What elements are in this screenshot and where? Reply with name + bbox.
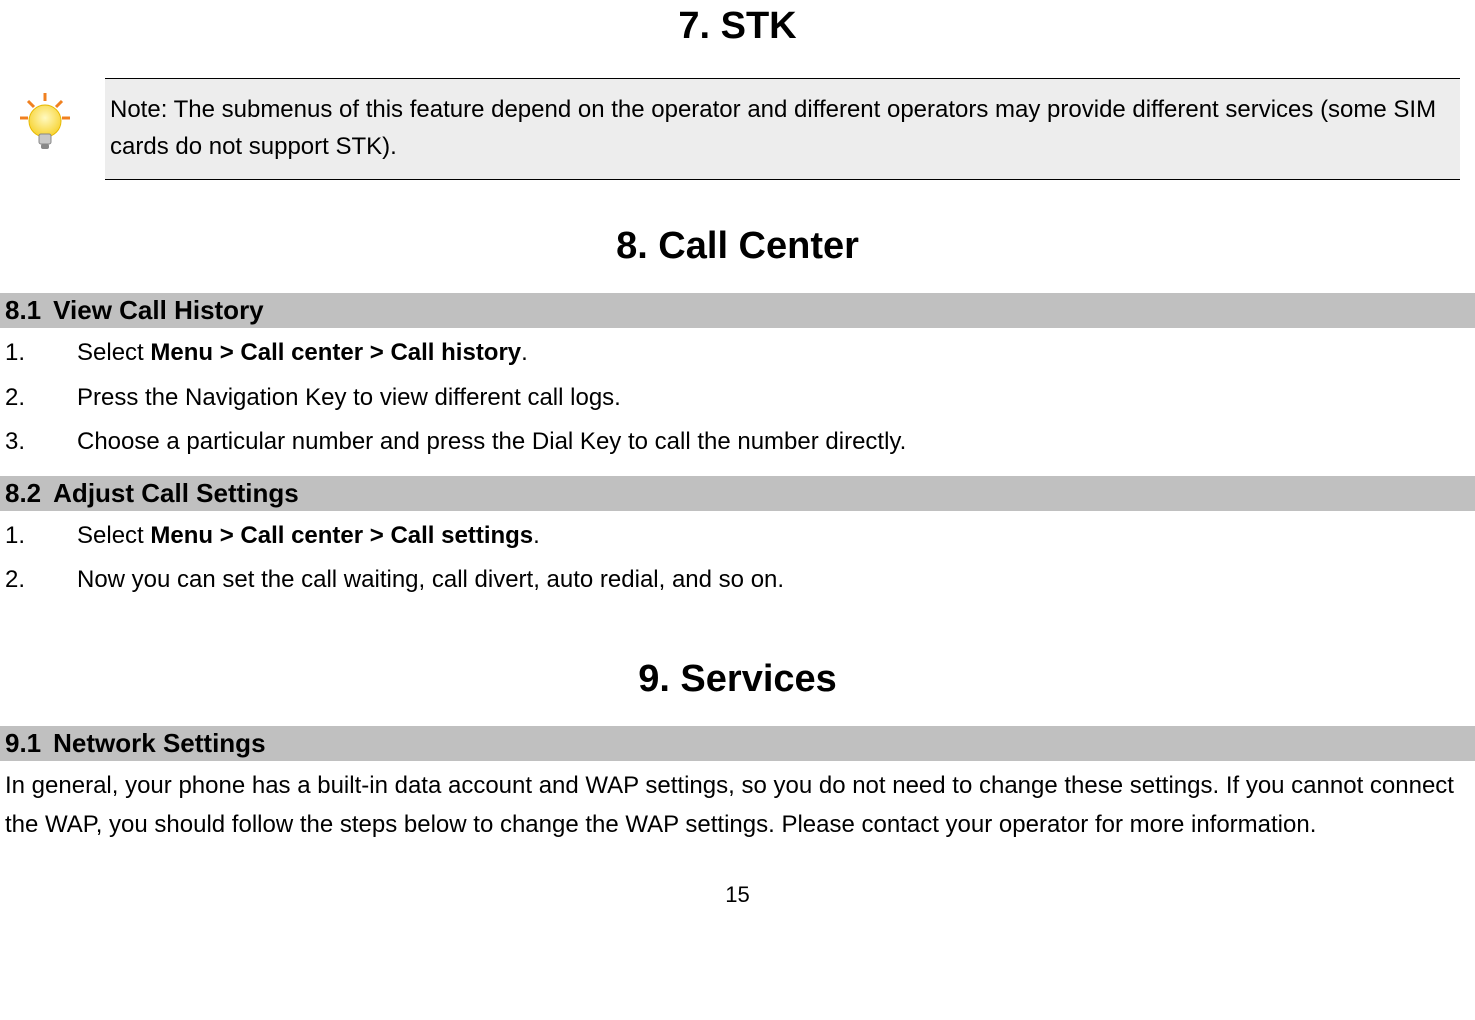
subheading-title: View Call History: [53, 295, 264, 325]
list-8-2: 1. Select Menu > Call center > Call sett…: [0, 511, 1475, 614]
note-box: Note: The submenus of this feature depen…: [105, 78, 1460, 180]
subheading-num: 9.1: [5, 728, 41, 759]
list-text: Now you can set the call waiting, call d…: [77, 561, 1470, 599]
text-bold: Menu > Call center > Call history: [150, 339, 521, 366]
subheading-num: 8.1: [5, 295, 41, 326]
list-text: Select Menu > Call center > Call setting…: [77, 517, 1470, 555]
text-bold: Menu > Call center > Call settings: [150, 522, 533, 549]
list-item: 2. Press the Navigation Key to view diff…: [5, 379, 1470, 417]
list-number: 1.: [5, 517, 77, 555]
list-8-1: 1. Select Menu > Call center > Call hist…: [0, 328, 1475, 475]
document-page: 7. STK Note: The submenus of this featur…: [0, 0, 1475, 928]
light-bulb-icon: [15, 88, 75, 158]
list-item: 1. Select Menu > Call center > Call sett…: [5, 517, 1470, 555]
note-row: Note: The submenus of this feature depen…: [0, 78, 1475, 180]
text-run: Select: [77, 522, 150, 549]
paragraph-9-1: In general, your phone has a built-in da…: [0, 761, 1475, 852]
list-number: 2.: [5, 379, 77, 417]
list-text: Choose a particular number and press the…: [77, 423, 1470, 461]
subheading-8-1: 8.1 View Call History: [0, 293, 1475, 328]
page-number: 15: [0, 882, 1475, 908]
note-text: Note: The submenus of this feature depen…: [110, 96, 1436, 160]
subheading-num: 8.2: [5, 478, 41, 509]
list-item: 1. Select Menu > Call center > Call hist…: [5, 334, 1470, 372]
list-number: 1.: [5, 334, 77, 372]
list-text: Select Menu > Call center > Call history…: [77, 334, 1470, 372]
heading-9-services: 9. Services: [0, 653, 1475, 701]
list-text: Press the Navigation Key to view differe…: [77, 379, 1470, 417]
heading-7-stk: 7. STK: [0, 0, 1475, 48]
list-number: 3.: [5, 423, 77, 461]
list-number: 2.: [5, 561, 77, 599]
text-run: .: [533, 522, 540, 549]
subheading-title: Adjust Call Settings: [53, 478, 299, 508]
list-item: 2. Now you can set the call waiting, cal…: [5, 561, 1470, 599]
text-run: Select: [77, 339, 150, 366]
subheading-title: Network Settings: [53, 728, 265, 758]
subheading-9-1: 9.1 Network Settings: [0, 726, 1475, 761]
text-run: .: [521, 339, 528, 366]
heading-8-call-center: 8. Call Center: [0, 220, 1475, 268]
subheading-8-2: 8.2 Adjust Call Settings: [0, 476, 1475, 511]
list-item: 3. Choose a particular number and press …: [5, 423, 1470, 461]
